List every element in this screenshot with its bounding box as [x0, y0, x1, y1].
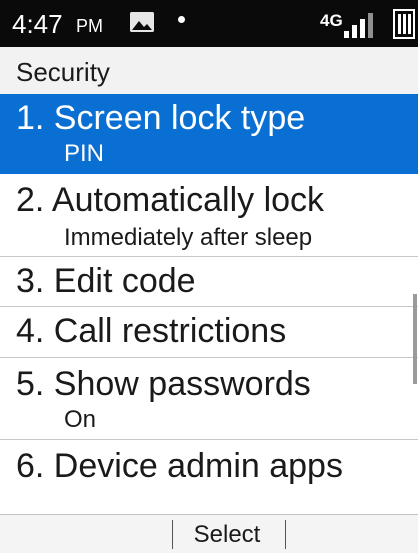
menu-item-edit-code[interactable]: 3. Edit code: [0, 257, 418, 307]
menu-item-call-restrictions[interactable]: 4. Call restrictions: [0, 307, 418, 358]
menu-item-title: 2. Automatically lock: [16, 181, 325, 219]
menu-item-screen-lock-type[interactable]: 1. Screen lock type PIN: [0, 94, 418, 174]
app-title-bar: Security: [0, 47, 418, 95]
menu-item-title: 5. Show passwords: [16, 365, 311, 403]
battery-icon: [392, 8, 416, 40]
select-softkey[interactable]: Select: [172, 519, 282, 550]
page-title: Security: [16, 57, 110, 87]
status-bar: 4:47 PM 4G: [0, 0, 418, 47]
settings-menu-list: 1. Screen lock type PIN 2. Automatically…: [0, 94, 418, 514]
menu-item-title: 6. Device admin apps: [16, 447, 343, 485]
menu-item-title: 4. Call restrictions: [16, 312, 287, 350]
menu-item-subtitle: PIN: [64, 140, 105, 167]
menu-item-title: 3. Edit code: [16, 262, 196, 300]
menu-item-automatically-lock[interactable]: 2. Automatically lock Immediately after …: [0, 174, 418, 257]
scrollbar[interactable]: [413, 294, 417, 384]
status-time: 4:47: [12, 9, 63, 39]
signal-strength-icon: [344, 8, 380, 38]
network-type-label: 4G: [320, 11, 343, 30]
menu-item-title: 1. Screen lock type: [16, 99, 306, 137]
menu-item-device-admin-apps[interactable]: 6. Device admin apps: [0, 440, 418, 514]
menu-item-subtitle: On: [64, 406, 97, 433]
menu-item-subtitle: Immediately after sleep: [64, 224, 313, 251]
image-notification-icon: [130, 12, 154, 32]
notification-dot-icon: [178, 16, 185, 23]
softkey-divider: [285, 520, 286, 549]
softkey-bar: Select: [0, 514, 418, 553]
menu-item-show-passwords[interactable]: 5. Show passwords On: [0, 358, 418, 440]
status-ampm: PM: [76, 16, 103, 36]
phone-screen: 4:47 PM 4G Security 1. Screen lock type …: [0, 0, 418, 553]
